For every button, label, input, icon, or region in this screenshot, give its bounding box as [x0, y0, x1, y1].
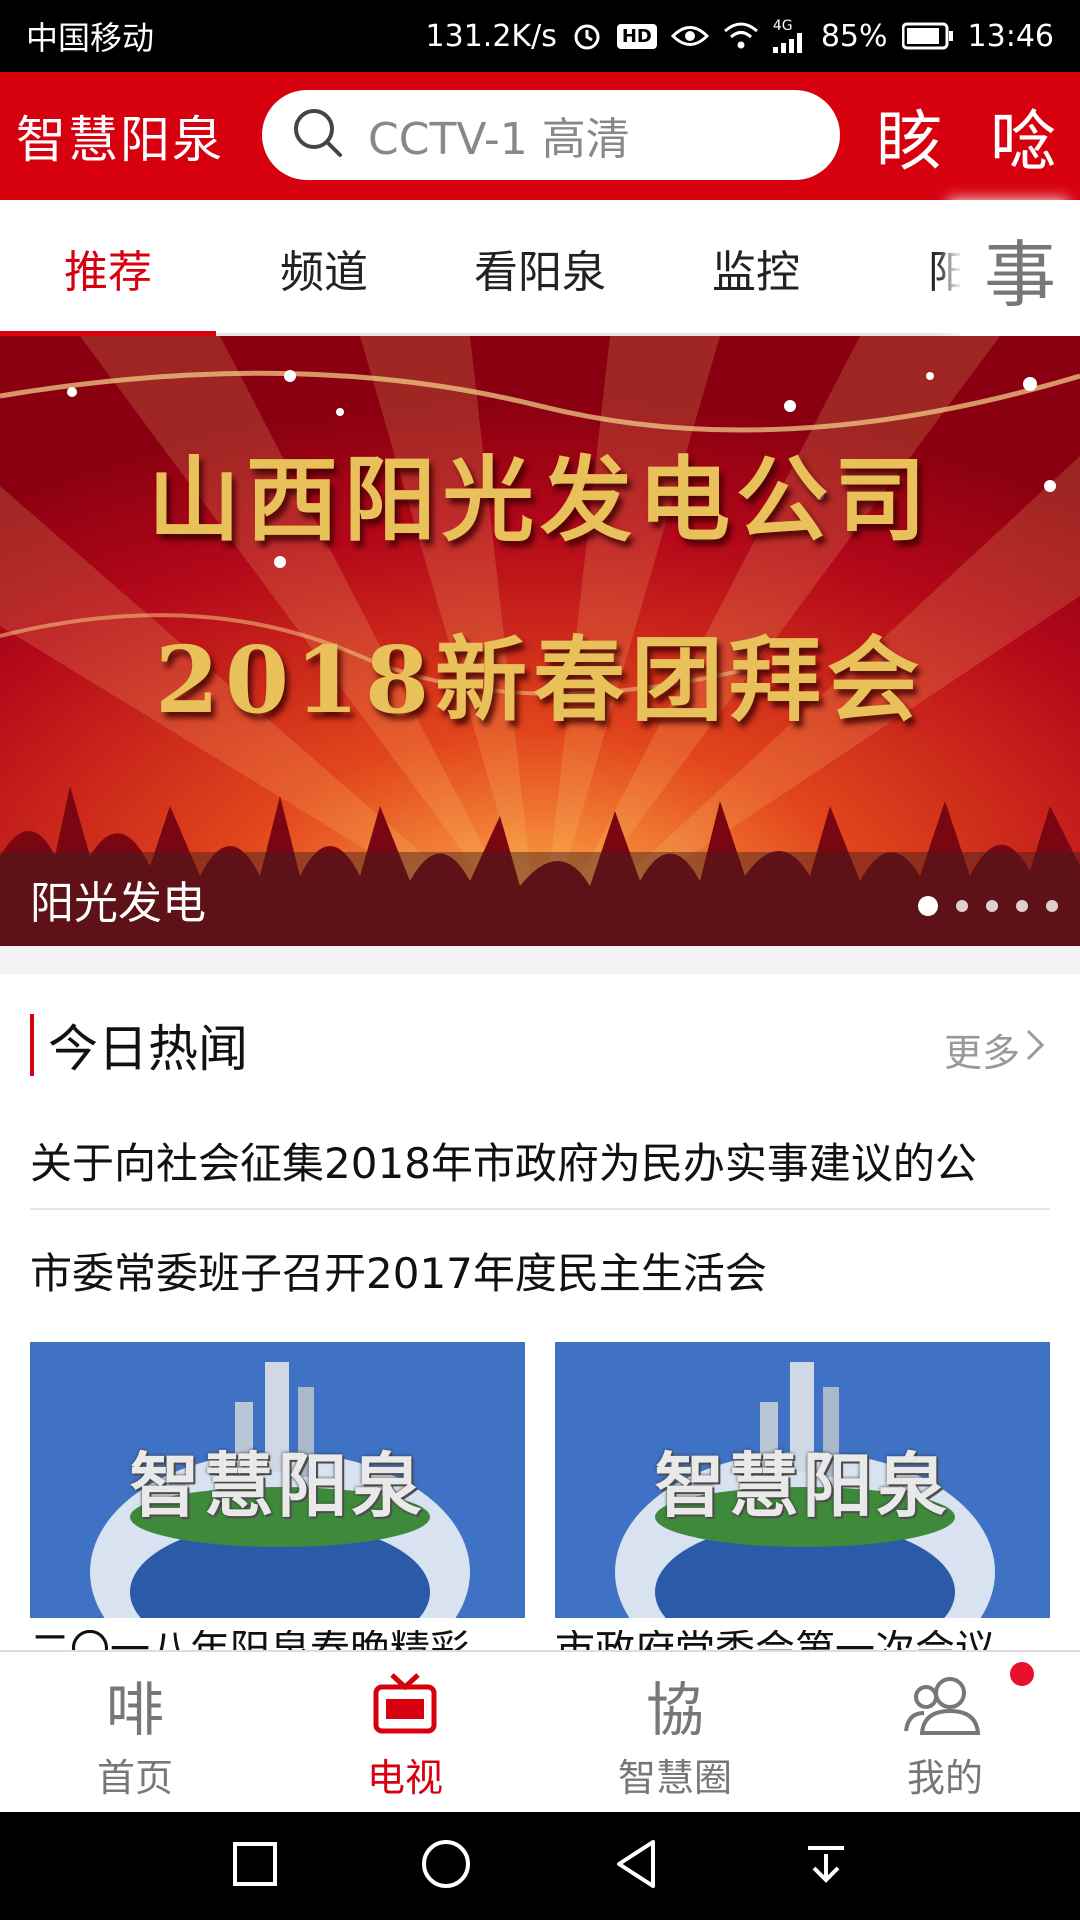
notification-pulldown-icon[interactable] [802, 1840, 850, 1892]
tab-watch-yangquan[interactable]: 看阳泉 [432, 200, 648, 336]
video-thumbnail[interactable]: 智慧阳泉 [555, 1342, 1050, 1618]
banner-caption: 阳光发电 [30, 878, 206, 929]
brand-title: 智慧阳泉 [16, 111, 224, 169]
section-gap [0, 946, 1080, 974]
thumbnail-logo-text: 智慧阳泉 [654, 1445, 951, 1527]
chevron-right-icon [1024, 1027, 1046, 1072]
thumbnail-caption[interactable]: 二〇一八年阳泉春晚精彩 [30, 1630, 525, 1652]
category-tabs: 推荐 频道 看阳泉 监控 阳泉 事 [0, 200, 1080, 336]
nav-home[interactable]: 啡 首页 [0, 1652, 270, 1814]
app-header: 智慧阳泉 CCTV-1 高清 䀭 唸 [0, 72, 1080, 200]
network-type: 4G [772, 18, 793, 34]
system-navigation-bar [0, 1812, 1080, 1920]
video-thumbnail[interactable]: 智慧阳泉 [30, 1342, 525, 1618]
tab-monitoring[interactable]: 监控 [648, 200, 864, 336]
search-box[interactable]: CCTV-1 高清 [262, 90, 840, 180]
carousel-dot[interactable] [1046, 900, 1058, 912]
carrier-name: 中国移动 [26, 19, 155, 57]
broken-glyph-icon: 䀭 [876, 103, 942, 180]
status-icons: 131.2K/s HD 4G 85% 13:46 [426, 19, 1054, 54]
carousel-indicator [918, 896, 1058, 916]
network-speed: 131.2K/s [425, 18, 557, 54]
nav-label: 智慧圈 [617, 1755, 732, 1800]
header-action-button-2[interactable]: 唸 [978, 88, 1068, 184]
news-item[interactable]: 市委常委班子召开2017年度民主生活会 [30, 1240, 1050, 1301]
more-link[interactable]: 更多 [944, 1022, 1046, 1077]
search-icon [290, 105, 346, 165]
thumbnail-caption[interactable]: 市政府党委会第一次会议 [555, 1630, 1050, 1652]
users-icon [900, 1665, 990, 1745]
banner-carousel[interactable]: 山西阳光发电公司 2018新春团拜会 阳光发电 [0, 336, 1080, 946]
battery-icon [901, 22, 954, 50]
divider [30, 1208, 1050, 1210]
carousel-dot[interactable] [1016, 900, 1028, 912]
carousel-dot[interactable] [956, 900, 968, 912]
nav-label: 我的 [906, 1755, 983, 1800]
more-label: 更多 [943, 1031, 1020, 1075]
nav-smart-circle[interactable]: 協 智慧圈 [540, 1652, 810, 1814]
clock: 13:46 [967, 18, 1054, 54]
tab-channels[interactable]: 频道 [216, 200, 432, 336]
notification-badge [1010, 1662, 1034, 1686]
section-header: 今日热闻 [30, 1010, 248, 1080]
back-icon[interactable] [613, 1838, 661, 1894]
nav-mine[interactable]: 我的 [810, 1652, 1080, 1814]
nav-tv[interactable]: 电视 [270, 1652, 540, 1814]
banner-subtitle: 2018新春团拜会 [154, 626, 926, 734]
tv-icon [370, 1665, 440, 1745]
home-glyph-icon: 啡 [105, 1675, 164, 1744]
section-title: 今日热闻 [48, 1020, 248, 1078]
eye-icon [670, 23, 709, 49]
news-item[interactable]: 关于向社会征集2018年市政府为民办实事建议的公 [30, 1130, 1050, 1191]
section-accent-bar [30, 1014, 34, 1076]
carousel-dot[interactable] [918, 896, 938, 916]
hd-icon: HD [616, 23, 657, 49]
carousel-dot[interactable] [986, 900, 998, 912]
recent-apps-icon[interactable] [231, 1840, 279, 1892]
status-bar: 中国移动 131.2K/s HD 4G 85% 13:46 [0, 0, 1080, 72]
circle-glyph-icon: 協 [645, 1675, 704, 1744]
search-placeholder: CCTV-1 高清 [368, 114, 630, 165]
cell-signal-icon: 4G [772, 18, 807, 53]
broken-glyph-icon: 唸 [990, 103, 1056, 180]
thumbnail-logo-text: 智慧阳泉 [129, 1445, 426, 1527]
bottom-navigation: 啡 首页 电视 協 智慧圈 我的 [0, 1650, 1080, 1812]
banner-title: 山西阳光发电公司 [147, 446, 932, 554]
nav-label: 电视 [366, 1755, 443, 1800]
home-button-icon[interactable] [420, 1838, 472, 1894]
tab-recommend[interactable]: 推荐 [0, 200, 216, 336]
header-action-button-1[interactable]: 䀭 [864, 88, 954, 184]
alarm-icon [571, 20, 603, 52]
nav-label: 首页 [96, 1755, 173, 1800]
wifi-icon [723, 21, 759, 51]
battery-percent: 85% [820, 18, 888, 54]
tab-more-button[interactable]: 事 [960, 200, 1080, 336]
